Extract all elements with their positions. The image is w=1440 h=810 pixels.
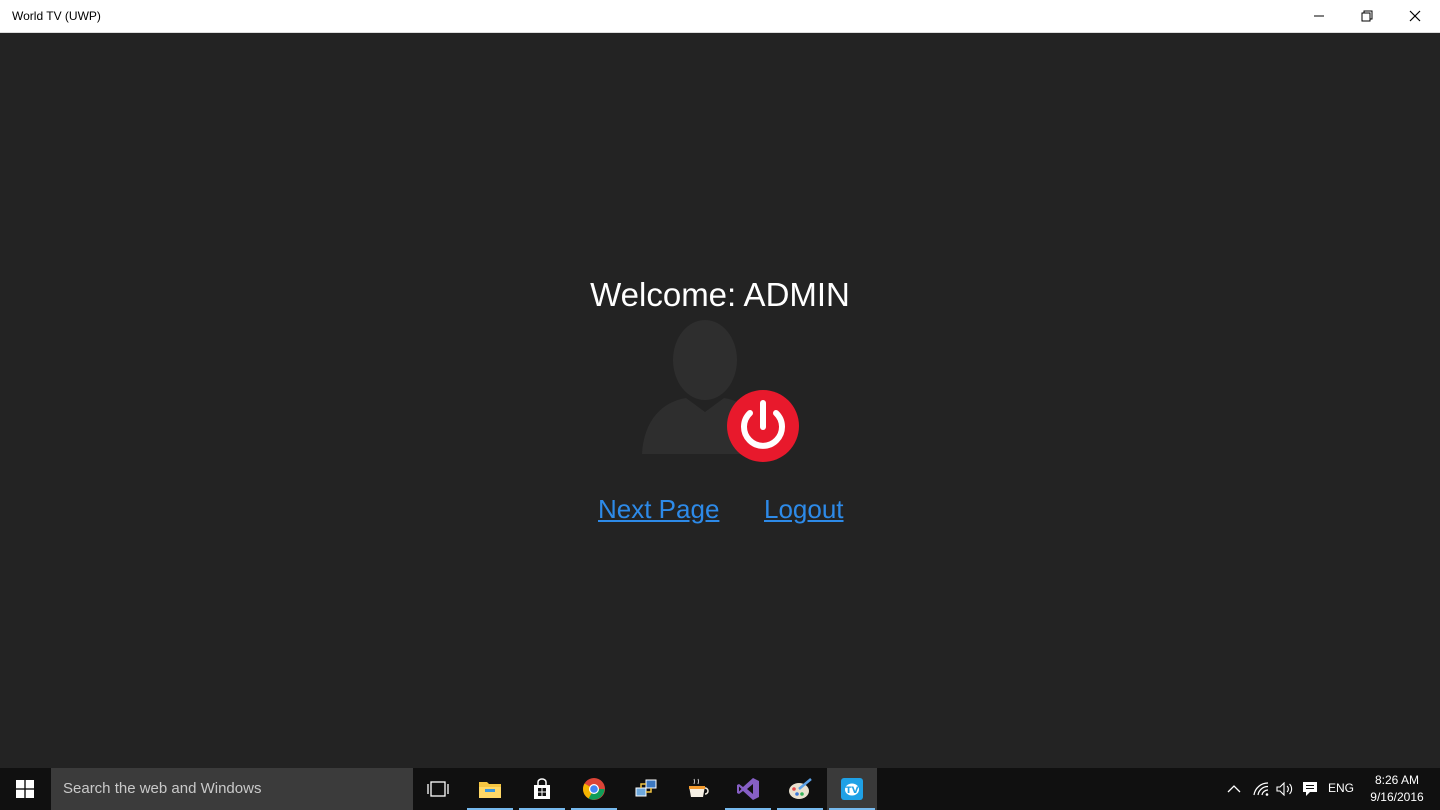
clock[interactable]: 8:26 AM 9/16/2016 [1362,772,1432,806]
clock-time: 8:26 AM [1374,773,1420,787]
show-hidden-icons-button[interactable] [1224,768,1244,810]
power-button[interactable] [726,389,800,463]
language-indicator[interactable]: ENG [1328,781,1354,795]
main-content: Welcome: ADMIN Next Page Logout [0,33,1440,768]
logout-link[interactable]: Logout [764,494,844,525]
notification-icon [1303,782,1317,796]
minimize-button[interactable] [1296,0,1342,32]
clock-date: 9/16/2016 [1370,790,1424,804]
taskbar-file-explorer[interactable] [465,768,515,810]
taskbar-world-tv[interactable]: TV [827,768,877,810]
window-title: World TV (UWP) [12,9,101,23]
world-tv-icon: TV [841,778,863,800]
volume-button[interactable] [1274,768,1296,810]
file-explorer-icon [479,782,501,798]
restore-button[interactable] [1344,0,1390,32]
task-view-icon [427,781,449,797]
start-button[interactable] [0,768,50,810]
restore-icon [1361,10,1373,22]
taskbar-chrome[interactable] [569,768,619,810]
next-page-link[interactable]: Next Page [598,494,719,525]
search-placeholder: Search the web and Windows [63,780,262,797]
svg-text:TV: TV [845,786,858,796]
windows-logo-icon [16,780,34,798]
coffee-app-icon [689,778,709,797]
search-input[interactable]: Search the web and Windows [51,768,413,810]
chrome-icon [583,778,605,800]
visual-studio-icon [737,778,759,800]
taskbar-coffee-app[interactable] [673,768,723,810]
action-center-button[interactable] [1299,768,1321,810]
taskbar-network-tool[interactable] [621,768,671,810]
chevron-up-icon [1227,785,1241,793]
title-bar[interactable]: World TV (UWP) [0,0,1440,33]
task-view-button[interactable] [413,768,463,810]
wifi-icon [1253,782,1269,796]
taskbar-store[interactable] [517,768,567,810]
power-icon [727,390,799,462]
welcome-heading: Welcome: ADMIN [590,276,850,313]
network-icon [635,779,657,797]
user-avatar [640,320,805,470]
close-button[interactable] [1392,0,1438,32]
close-icon [1409,10,1421,22]
wifi-button[interactable] [1250,768,1272,810]
taskbar-visual-studio[interactable] [723,768,773,810]
minimize-icon [1314,15,1324,17]
paint-icon [789,778,812,799]
store-icon [534,778,550,799]
taskbar: Search the web and Windows TV ENG 8:26 A… [0,768,1440,810]
volume-icon [1276,782,1293,796]
taskbar-paint[interactable] [775,768,825,810]
